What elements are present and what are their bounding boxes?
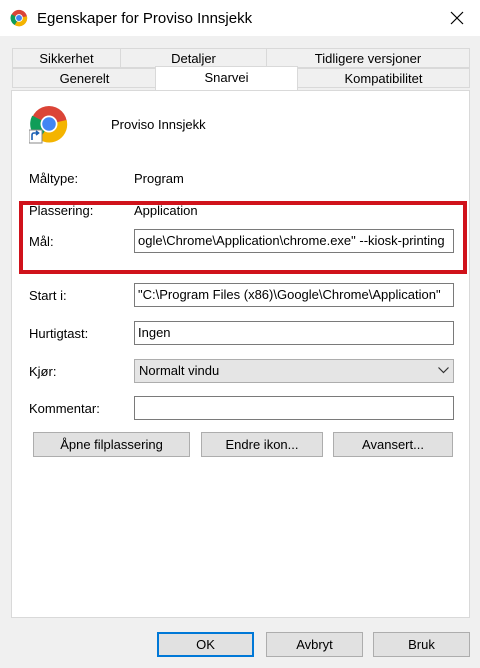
- run-select-value: Normalt vindu: [139, 363, 220, 378]
- target-type-value: Program: [134, 171, 184, 186]
- advanced-button[interactable]: Avansert...: [333, 432, 453, 457]
- tab-compatibility[interactable]: Kompatibilitet: [297, 68, 470, 88]
- shortcut-panel: [11, 90, 470, 618]
- tab-shortcut[interactable]: Snarvei: [155, 66, 298, 90]
- target-type-label: Måltype:: [29, 171, 79, 186]
- run-select[interactable]: Normalt vindu: [134, 359, 454, 383]
- window-title: Egenskaper for Proviso Innsjekk: [37, 10, 253, 27]
- tab-security[interactable]: Sikkerhet: [12, 48, 121, 68]
- open-file-location-button[interactable]: Åpne filplassering: [33, 432, 190, 457]
- chrome-shortcut-icon: [29, 106, 68, 144]
- shortcut-key-field[interactable]: Ingen: [134, 321, 454, 345]
- comment-label: Kommentar:: [29, 401, 100, 416]
- title-bar: Egenskaper for Proviso Innsjekk: [0, 0, 480, 36]
- comment-field[interactable]: [134, 396, 454, 420]
- ok-button[interactable]: OK: [157, 632, 254, 657]
- chrome-icon: [10, 9, 28, 27]
- cancel-button[interactable]: Avbryt: [266, 632, 363, 657]
- change-icon-button[interactable]: Endre ikon...: [201, 432, 323, 457]
- close-icon: [450, 11, 464, 25]
- highlight-box: [19, 201, 467, 274]
- apply-button[interactable]: Bruk: [373, 632, 470, 657]
- run-label: Kjør:: [29, 364, 57, 379]
- tab-general[interactable]: Generelt: [12, 68, 157, 88]
- start-in-label: Start i:: [29, 288, 67, 303]
- shortcut-key-label: Hurtigtast:: [29, 326, 89, 341]
- chevron-down-icon: [438, 367, 449, 374]
- tab-details[interactable]: Detaljer: [120, 48, 267, 68]
- start-in-field[interactable]: "C:\Program Files (x86)\Google\Chrome\Ap…: [134, 283, 454, 307]
- shortcut-name: Proviso Innsjekk: [111, 117, 206, 132]
- tab-previous-versions[interactable]: Tidligere versjoner: [266, 48, 470, 68]
- close-button[interactable]: [434, 0, 480, 36]
